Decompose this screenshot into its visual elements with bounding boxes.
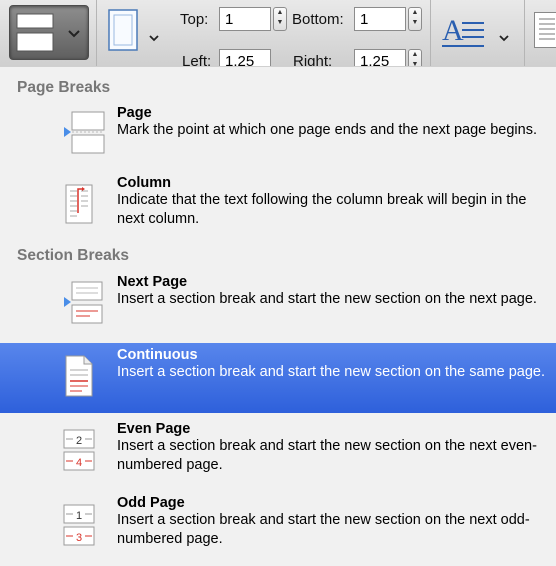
top-margin-label: Top: <box>180 11 209 28</box>
even-page-break-icon: 2 4 <box>63 429 95 471</box>
right-margin-input[interactable] <box>354 49 406 66</box>
menu-item-next-page[interactable]: Next Page Insert a section break and sta… <box>0 270 556 339</box>
top-margin-input[interactable] <box>219 7 271 31</box>
continuous-break-icon <box>65 355 93 397</box>
odd-page-icon-bottom-number: 3 <box>76 532 82 544</box>
toolbar: Top: ▲▼ Bottom: ▲▼ Left: Right: ▲▼ A <box>0 0 556 67</box>
odd-page-title: Odd Page <box>117 495 185 511</box>
column-break-title: Column <box>117 175 171 191</box>
left-margin-input[interactable] <box>219 49 271 66</box>
left-margin-label: Left: <box>182 53 212 67</box>
column-break-icon <box>65 184 93 224</box>
page-orientation-icon <box>108 9 159 51</box>
bottom-margin-stepper[interactable]: ▲ ▼ <box>408 7 422 31</box>
text-direction-button[interactable]: A <box>436 6 522 58</box>
menu-item-even-page[interactable]: 2 4 Even Page Insert a section break and… <box>0 417 556 487</box>
even-page-description: Insert a section break and start the new… <box>117 438 537 473</box>
toolbar-separator <box>524 0 525 66</box>
next-page-description: Insert a section break and start the new… <box>117 291 537 307</box>
odd-page-break-icon: 1 3 <box>63 504 95 546</box>
next-page-break-icon <box>64 281 103 324</box>
toolbar-separator <box>96 0 97 66</box>
breaks-menu: Page Breaks Page Mark the point at which… <box>0 66 556 566</box>
top-margin-stepper[interactable]: ▲ ▼ <box>273 7 287 31</box>
next-page-title: Next Page <box>117 274 188 290</box>
odd-page-icon-top-number: 1 <box>76 510 82 522</box>
even-page-icon-bottom-number: 4 <box>76 457 82 469</box>
page-break-icon <box>64 111 105 154</box>
page-break-description: Mark the point at which one page ends an… <box>117 122 537 138</box>
menu-item-page-break[interactable]: Page Mark the point at which one page en… <box>0 101 556 167</box>
section-breaks-header: Section Breaks <box>17 247 129 264</box>
bottom-margin-label: Bottom: <box>292 11 344 28</box>
text-direction-icon: A <box>442 14 509 47</box>
columns-icon[interactable] <box>534 12 556 48</box>
menu-item-column-break[interactable]: Column Indicate that the text following … <box>0 171 556 243</box>
bottom-margin-input[interactable] <box>354 7 406 31</box>
breaks-icon <box>16 13 80 52</box>
page-breaks-header: Page Breaks <box>17 79 111 96</box>
continuous-title: Continuous <box>117 347 198 363</box>
odd-page-description: Insert a section break and start the new… <box>117 512 530 547</box>
right-margin-stepper[interactable]: ▲ ▼ <box>408 49 422 66</box>
menu-item-continuous[interactable]: Continuous Insert a section break and st… <box>0 343 556 413</box>
page-break-title: Page <box>117 105 152 121</box>
continuous-description: Insert a section break and start the new… <box>117 364 546 380</box>
menu-item-odd-page[interactable]: 1 3 Odd Page Insert a section break and … <box>0 491 556 563</box>
toolbar-separator <box>430 0 431 66</box>
even-page-icon-top-number: 2 <box>76 435 82 447</box>
even-page-title: Even Page <box>117 421 191 437</box>
svg-text:A: A <box>442 14 464 47</box>
column-break-description: Indicate that the text following the col… <box>117 192 527 227</box>
right-margin-label: Right: <box>293 53 333 67</box>
orientation-button[interactable] <box>104 6 164 58</box>
breaks-button[interactable] <box>9 5 89 60</box>
